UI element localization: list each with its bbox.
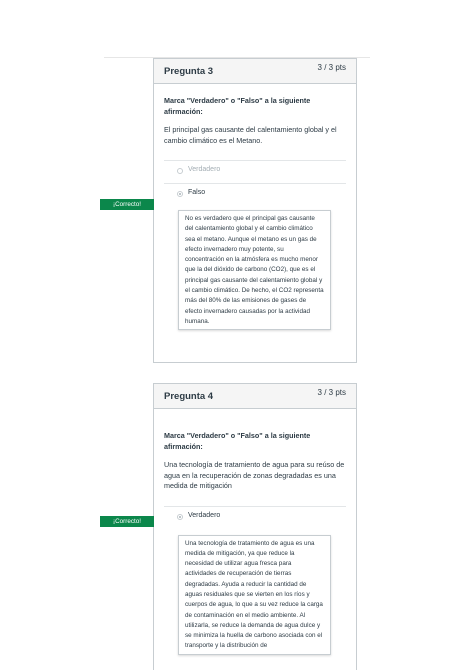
question-card-3: Pregunta 3 3 / 3 pts Marca "Verdadero" o… (153, 58, 357, 363)
answer-option-verdadero[interactable]: Verdadero (154, 161, 356, 183)
correct-badge: ¡Correcto! (100, 199, 154, 210)
question-points: 3 / 3 pts (317, 388, 346, 397)
question-header: Pregunta 3 3 / 3 pts (154, 59, 356, 84)
question-statement: Una tecnología de tratamiento de agua pa… (164, 460, 345, 490)
question-card-4: Pregunta 4 3 / 3 pts Marca "Verdadero" o… (153, 383, 357, 670)
question-title: Pregunta 3 (164, 66, 214, 77)
answer-feedback: No es verdadero que el principal gas cau… (178, 210, 331, 331)
answer-feedback: Una tecnología de tratamiento de agua es… (178, 534, 331, 655)
radio-button-selected[interactable] (177, 191, 183, 197)
radio-button-selected[interactable] (177, 513, 183, 520)
radio-button[interactable] (177, 168, 183, 174)
question-points: 3 / 3 pts (317, 63, 346, 72)
question-instruction: Marca "Verdadero" o "Falso" a la siguien… (164, 431, 311, 451)
answer-option-falso[interactable]: Falso (154, 184, 356, 206)
question-statement: El principal gas causante del calentamie… (164, 125, 337, 145)
answer-option-verdadero[interactable]: Verdadero (154, 507, 356, 529)
correct-badge: ¡Correcto! (100, 516, 154, 527)
answer-label: Verdadero (188, 511, 221, 519)
answer-label: Verdadero (188, 166, 221, 173)
question-instruction: Marca "Verdadero" o "Falso" a la siguien… (164, 96, 311, 116)
question-title: Pregunta 4 (164, 391, 214, 402)
answer-label: Falso (188, 189, 206, 196)
question-header: Pregunta 4 3 / 3 pts (154, 384, 356, 409)
